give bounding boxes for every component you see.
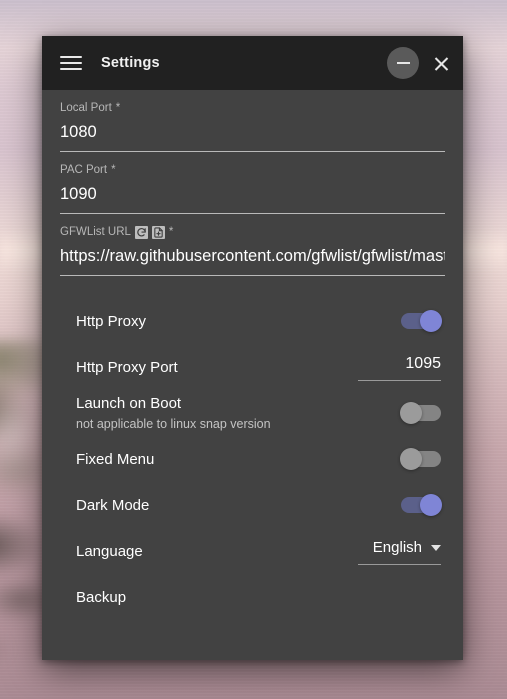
required-marker: * (111, 164, 116, 176)
hamburger-bar (60, 56, 82, 58)
toggle-thumb (420, 310, 442, 332)
field-pac-port[interactable]: PAC Port * 1090 (60, 152, 445, 214)
language-select[interactable]: English (358, 537, 441, 565)
toggle-thumb (400, 448, 422, 470)
setting-row-text: Launch on Boot not applicable to linux s… (76, 393, 271, 433)
local-port-input[interactable]: 1080 (60, 116, 445, 151)
minimize-icon (396, 62, 410, 64)
setting-label-fixed-menu: Fixed Menu (76, 450, 155, 468)
restore-default-icon[interactable] (134, 226, 148, 239)
hamburger-menu-icon[interactable] (56, 48, 86, 78)
setting-label-launch-on-boot: Launch on Boot (76, 395, 182, 412)
field-gfwlist-url-label-text: GFWList URL (60, 226, 131, 238)
setting-row-http-proxy-port[interactable]: Http Proxy Port 1095 (60, 344, 445, 390)
setting-row-text: Dark Mode (76, 495, 149, 516)
setting-row-backup[interactable]: Backup (60, 574, 445, 620)
setting-label-http-proxy: Http Proxy (76, 312, 147, 330)
close-button[interactable] (425, 47, 457, 79)
setting-row-http-proxy[interactable]: Http Proxy (60, 298, 445, 344)
setting-label-http-proxy-port: Http Proxy Port (76, 358, 178, 376)
setting-row-text: Fixed Menu (76, 449, 154, 470)
field-local-port-label: Local Port * (60, 101, 445, 116)
field-pac-port-label-text: PAC Port (60, 164, 108, 176)
field-pac-port-label: PAC Port * (60, 163, 445, 178)
toggle-thumb (400, 402, 422, 424)
required-marker: * (168, 226, 174, 238)
setting-row-text: Language (76, 541, 143, 562)
window-title: Settings (101, 55, 160, 71)
setting-row-fixed-menu[interactable]: Fixed Menu (60, 436, 445, 482)
desktop-background: Settings Local Port * 1080 PAC Port * 10… (0, 0, 507, 699)
language-select-value: English (372, 539, 422, 556)
hamburger-bar (60, 68, 82, 70)
setting-label-dark-mode: Dark Mode (76, 496, 150, 514)
setting-subtitle-launch-on-boot: not applicable to linux snap version (76, 417, 271, 431)
settings-window: Settings Local Port * 1080 PAC Port * 10… (42, 36, 463, 660)
field-local-port[interactable]: Local Port * 1080 (60, 90, 445, 152)
setting-row-text: Http Proxy (76, 311, 146, 332)
setting-row-language[interactable]: Language English (60, 528, 445, 574)
gfwlist-url-input[interactable]: https://raw.githubusercontent.com/gfwlis… (60, 240, 445, 275)
hamburger-bar (60, 62, 82, 64)
setting-row-text: Http Proxy Port (76, 357, 178, 378)
http-proxy-port-input[interactable]: 1095 (358, 353, 441, 381)
minimize-button[interactable] (387, 47, 419, 79)
toggle-fixed-menu[interactable] (400, 448, 441, 470)
field-gfwlist-url-label: GFWList URL * (60, 225, 445, 240)
toggle-http-proxy[interactable] (401, 310, 442, 332)
pac-port-input[interactable]: 1090 (60, 178, 445, 213)
setting-label-language: Language (76, 542, 143, 560)
setting-label-backup: Backup (76, 588, 127, 606)
chevron-down-icon (431, 545, 441, 551)
close-icon (433, 55, 450, 72)
required-marker: * (115, 102, 121, 114)
settings-body: Local Port * 1080 PAC Port * 1090 GFWLis… (42, 90, 463, 660)
setting-row-text: Backup (76, 587, 126, 608)
add-file-icon[interactable] (151, 226, 165, 239)
toggle-thumb (420, 494, 442, 516)
setting-row-dark-mode[interactable]: Dark Mode (60, 482, 445, 528)
toggle-dark-mode[interactable] (401, 494, 442, 516)
field-gfwlist-url[interactable]: GFWList URL * https://raw.githubusercont… (60, 214, 445, 276)
window-titlebar: Settings (42, 36, 463, 90)
setting-row-launch-on-boot[interactable]: Launch on Boot not applicable to linux s… (60, 390, 445, 436)
field-local-port-label-text: Local Port (60, 102, 112, 114)
toggle-launch-on-boot[interactable] (400, 402, 441, 424)
